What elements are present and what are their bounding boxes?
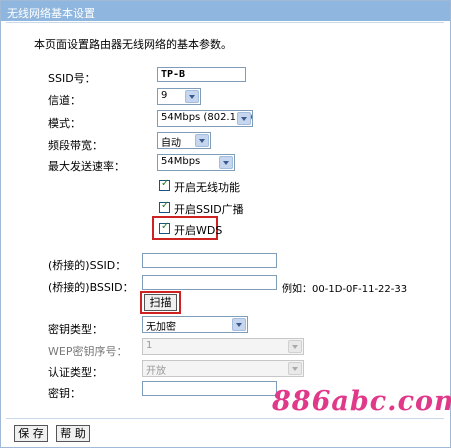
- intro-text: 本页面设置路由器无线网络的基本参数。: [34, 38, 232, 51]
- channel-label: 信道：: [48, 94, 81, 107]
- chevron-down-icon[interactable]: [185, 90, 199, 103]
- max-rate-label: 最大发送速率：: [48, 160, 125, 173]
- enable-wireless-checkbox[interactable]: ✓: [159, 178, 170, 191]
- ssid-label: SSID号：: [48, 72, 96, 85]
- bssid-example-text: 例如：00-1D-0F-11-22-33: [282, 284, 408, 295]
- enable-wds-label: 开启WDS: [174, 224, 223, 237]
- chevron-down-icon[interactable]: [237, 112, 251, 125]
- chevron-down-icon[interactable]: [219, 156, 233, 169]
- max-rate-select[interactable]: 54Mbps: [157, 154, 235, 171]
- wep-index-value: 1: [146, 340, 153, 351]
- chevron-down-icon[interactable]: [232, 318, 246, 331]
- bridge-ssid-input[interactable]: [142, 253, 277, 268]
- chevron-down-icon[interactable]: [288, 340, 302, 353]
- checkmark-icon: ✓: [161, 178, 170, 189]
- auth-type-label: 认证类型：: [48, 366, 103, 379]
- wep-index-label: WEP密钥序号：: [48, 345, 128, 358]
- checkmark-icon: ✓: [161, 200, 170, 211]
- bridge-ssid-label: (桥接的)SSID：: [48, 259, 127, 272]
- bandwidth-value: 自动: [161, 138, 181, 149]
- help-button[interactable]: 帮 助: [56, 425, 90, 442]
- key-type-value: 无加密: [146, 322, 176, 333]
- bridge-bssid-input[interactable]: [142, 275, 277, 290]
- channel-select[interactable]: 9: [157, 88, 201, 105]
- channel-value: 9: [161, 90, 168, 101]
- bridge-bssid-label: (桥接的)BSSID：: [48, 281, 134, 294]
- key-label: 密钥：: [48, 387, 81, 400]
- enable-wds-checkbox[interactable]: ✓: [159, 221, 170, 234]
- checkmark-icon: ✓: [161, 221, 170, 232]
- scan-button[interactable]: 扫描: [144, 294, 177, 311]
- auth-type-select[interactable]: 开放: [142, 360, 304, 377]
- ssid-input[interactable]: TP-B: [157, 67, 246, 82]
- watermark-text: 886abc.com: [272, 386, 451, 417]
- bottom-divider: [6, 418, 444, 419]
- auth-type-value: 开放: [146, 366, 166, 377]
- enable-ssid-broadcast-label: 开启SSID广播: [174, 203, 244, 216]
- bandwidth-select[interactable]: 自动: [157, 132, 211, 149]
- enable-wireless-label: 开启无线功能: [174, 181, 240, 194]
- mode-select[interactable]: 54Mbps (802.11g): [157, 110, 253, 127]
- title-bar: 无线网络基本设置: [1, 1, 450, 21]
- mode-label: 模式：: [48, 117, 81, 130]
- key-type-select[interactable]: 无加密: [142, 316, 248, 333]
- key-type-label: 密钥类型：: [48, 323, 103, 336]
- save-button[interactable]: 保 存: [14, 425, 48, 442]
- enable-ssid-broadcast-checkbox[interactable]: ✓: [159, 200, 170, 213]
- wep-index-select[interactable]: 1: [142, 338, 304, 355]
- chevron-down-icon[interactable]: [288, 362, 302, 375]
- chevron-down-icon[interactable]: [195, 134, 209, 147]
- page-title: 无线网络基本设置: [7, 7, 95, 20]
- title-divider: [6, 22, 444, 23]
- key-input[interactable]: [142, 381, 277, 396]
- bandwidth-label: 频段带宽：: [48, 139, 103, 152]
- max-rate-value: 54Mbps: [161, 156, 201, 167]
